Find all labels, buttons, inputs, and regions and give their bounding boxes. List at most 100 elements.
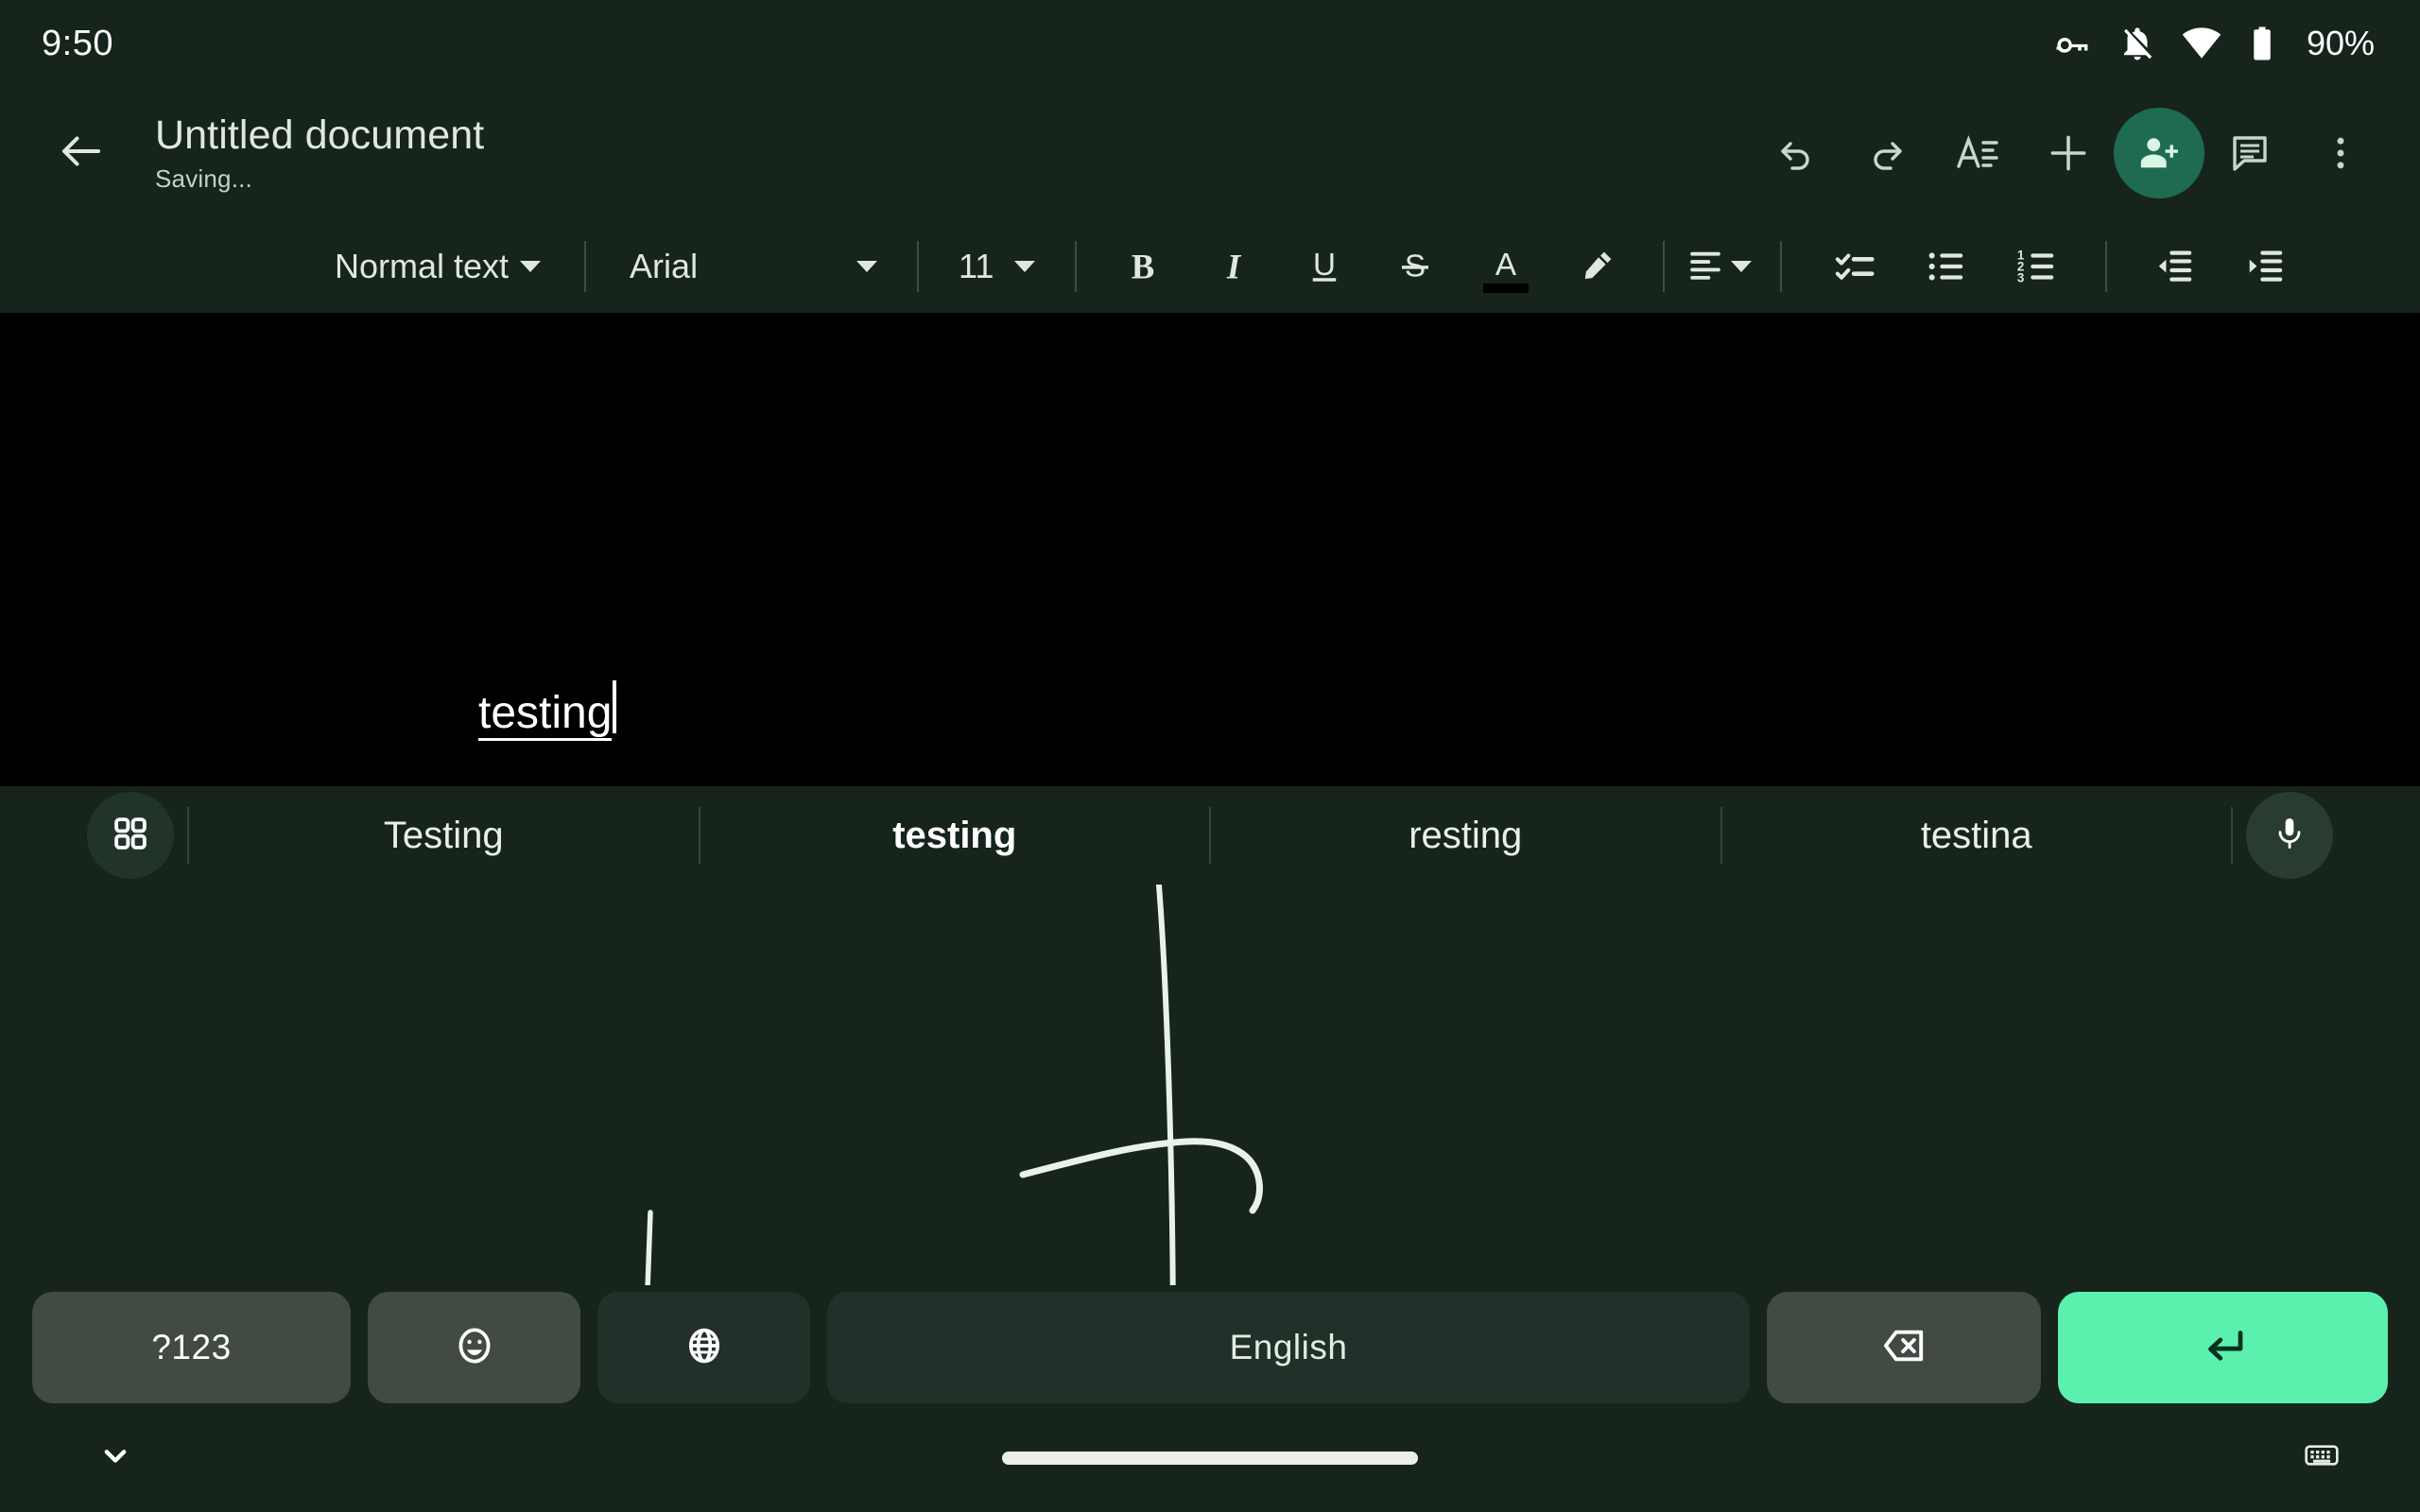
share-button[interactable] [2114,108,2204,198]
suggestion-divider [2231,807,2233,864]
enter-icon [2198,1320,2249,1376]
symbols-key[interactable]: ?123 [32,1292,351,1403]
paragraph-style-label: Normal text [335,247,509,286]
handwriting-input-area[interactable] [0,885,2420,1285]
align-button[interactable] [1685,219,1752,313]
screen-root: 9:50 90% [0,0,2420,1512]
space-key[interactable]: English [827,1292,1750,1403]
plus-icon [2045,129,2092,177]
app-bar: Untitled document Saving... [0,87,2420,219]
suggestion-item-0[interactable]: Testing [189,786,699,885]
wifi-icon [2182,24,2221,63]
decrease-indent-icon [2153,245,2197,288]
italic-icon: I [1214,247,1253,286]
toolbar-divider [1663,241,1665,292]
highlight-button[interactable] [1551,221,1642,312]
person-add-icon [2137,131,2181,175]
suggestion-item-2[interactable]: resting [1211,786,1720,885]
undo-icon [1773,130,1819,176]
font-size-dropdown[interactable]: 11 [959,219,1035,313]
font-family-caret[interactable] [856,219,877,313]
toolbar-divider [1075,241,1077,292]
back-button[interactable] [42,113,121,193]
strikethrough-icon: S [1395,247,1435,286]
suggestion-strip: Testing testing resting testina [0,786,2420,885]
text-color-button[interactable]: A [1461,221,1551,312]
increase-indent-icon [2244,245,2288,288]
font-size-label: 11 [959,247,994,286]
bulleted-list-button[interactable] [1901,221,1992,312]
backspace-key[interactable] [1767,1292,2041,1403]
paragraph-style-dropdown[interactable]: Normal text [335,219,541,313]
text-color-icon: A [1486,247,1526,286]
keyboard-toolbar-button[interactable] [87,792,174,879]
svg-text:I: I [1226,247,1242,285]
document-canvas[interactable]: testing [0,313,2420,786]
toolbar-divider [2105,241,2107,292]
suggestion-item-1[interactable]: testing [700,786,1210,885]
svg-text:A: A [1495,247,1517,282]
toolbar-divider [1780,241,1782,292]
switch-keyboard-button[interactable] [2293,1430,2350,1486]
svg-text:3: 3 [2017,270,2024,284]
decrease-indent-button[interactable] [2130,221,2221,312]
emoji-icon [452,1323,497,1373]
microphone-icon [2271,815,2308,857]
battery-percent-label: 90% [2307,24,2375,63]
overflow-menu-button[interactable] [2295,108,2386,198]
redo-icon [1864,130,1910,176]
navigation-bar [0,1403,2420,1512]
align-left-icon [1685,244,1725,288]
suggestion-item-3[interactable]: testina [1722,786,2232,885]
status-bar: 9:50 90% [0,0,2420,87]
comment-icon [2227,130,2273,176]
globe-icon [683,1324,726,1372]
underline-button[interactable]: U [1279,221,1370,312]
text-format-icon [1955,130,2000,176]
voice-input-button[interactable] [2246,792,2333,879]
strikethrough-button[interactable]: S [1370,221,1461,312]
redo-button[interactable] [1841,108,1932,198]
text-caret [613,680,616,733]
italic-button[interactable]: I [1188,221,1279,312]
battery-icon [2246,24,2278,63]
status-clock: 9:50 [42,24,113,64]
space-key-label: English [1230,1328,1348,1367]
document-body-text: testing [478,691,612,741]
notifications-muted-icon [2118,24,2157,63]
toolbar-divider [917,241,919,292]
checklist-icon [1834,245,1877,288]
keyboard-icon [2303,1436,2341,1479]
undo-button[interactable] [1751,108,1841,198]
save-status-label: Saving... [155,164,1751,194]
enter-key[interactable] [2058,1292,2388,1403]
format-button[interactable] [1932,108,2023,198]
chevron-down-icon [1731,261,1752,272]
document-text-line[interactable]: testing [478,675,616,741]
highlighter-icon [1577,247,1616,286]
keyboard-bottom-row: ?123 English [0,1292,2420,1403]
bold-icon: B [1123,247,1163,286]
home-indicator[interactable] [1002,1452,1418,1465]
insert-button[interactable] [2023,108,2114,198]
vpn-key-icon [2053,24,2093,63]
back-arrow-icon [56,126,107,181]
language-key[interactable] [597,1292,810,1403]
svg-text:U: U [1313,247,1336,282]
bold-button[interactable]: B [1098,221,1188,312]
backspace-icon [1879,1321,1928,1375]
symbols-key-label: ?123 [151,1328,231,1367]
text-color-swatch [1483,284,1529,293]
chevron-down-icon [856,261,877,272]
numbered-list-button[interactable]: 1 2 3 [1992,221,2083,312]
svg-text:B: B [1132,247,1155,285]
emoji-key[interactable] [368,1292,580,1403]
increase-indent-button[interactable] [2221,221,2311,312]
checklist-button[interactable] [1810,221,1901,312]
document-title-block[interactable]: Untitled document Saving... [155,112,1751,193]
comments-button[interactable] [2204,108,2295,198]
font-family-dropdown[interactable]: Arial [630,219,856,313]
status-icon-group: 90% [2053,24,2375,63]
hide-keyboard-button[interactable] [83,1426,147,1490]
format-toolbar: Normal text Arial 11 B [0,219,2420,313]
